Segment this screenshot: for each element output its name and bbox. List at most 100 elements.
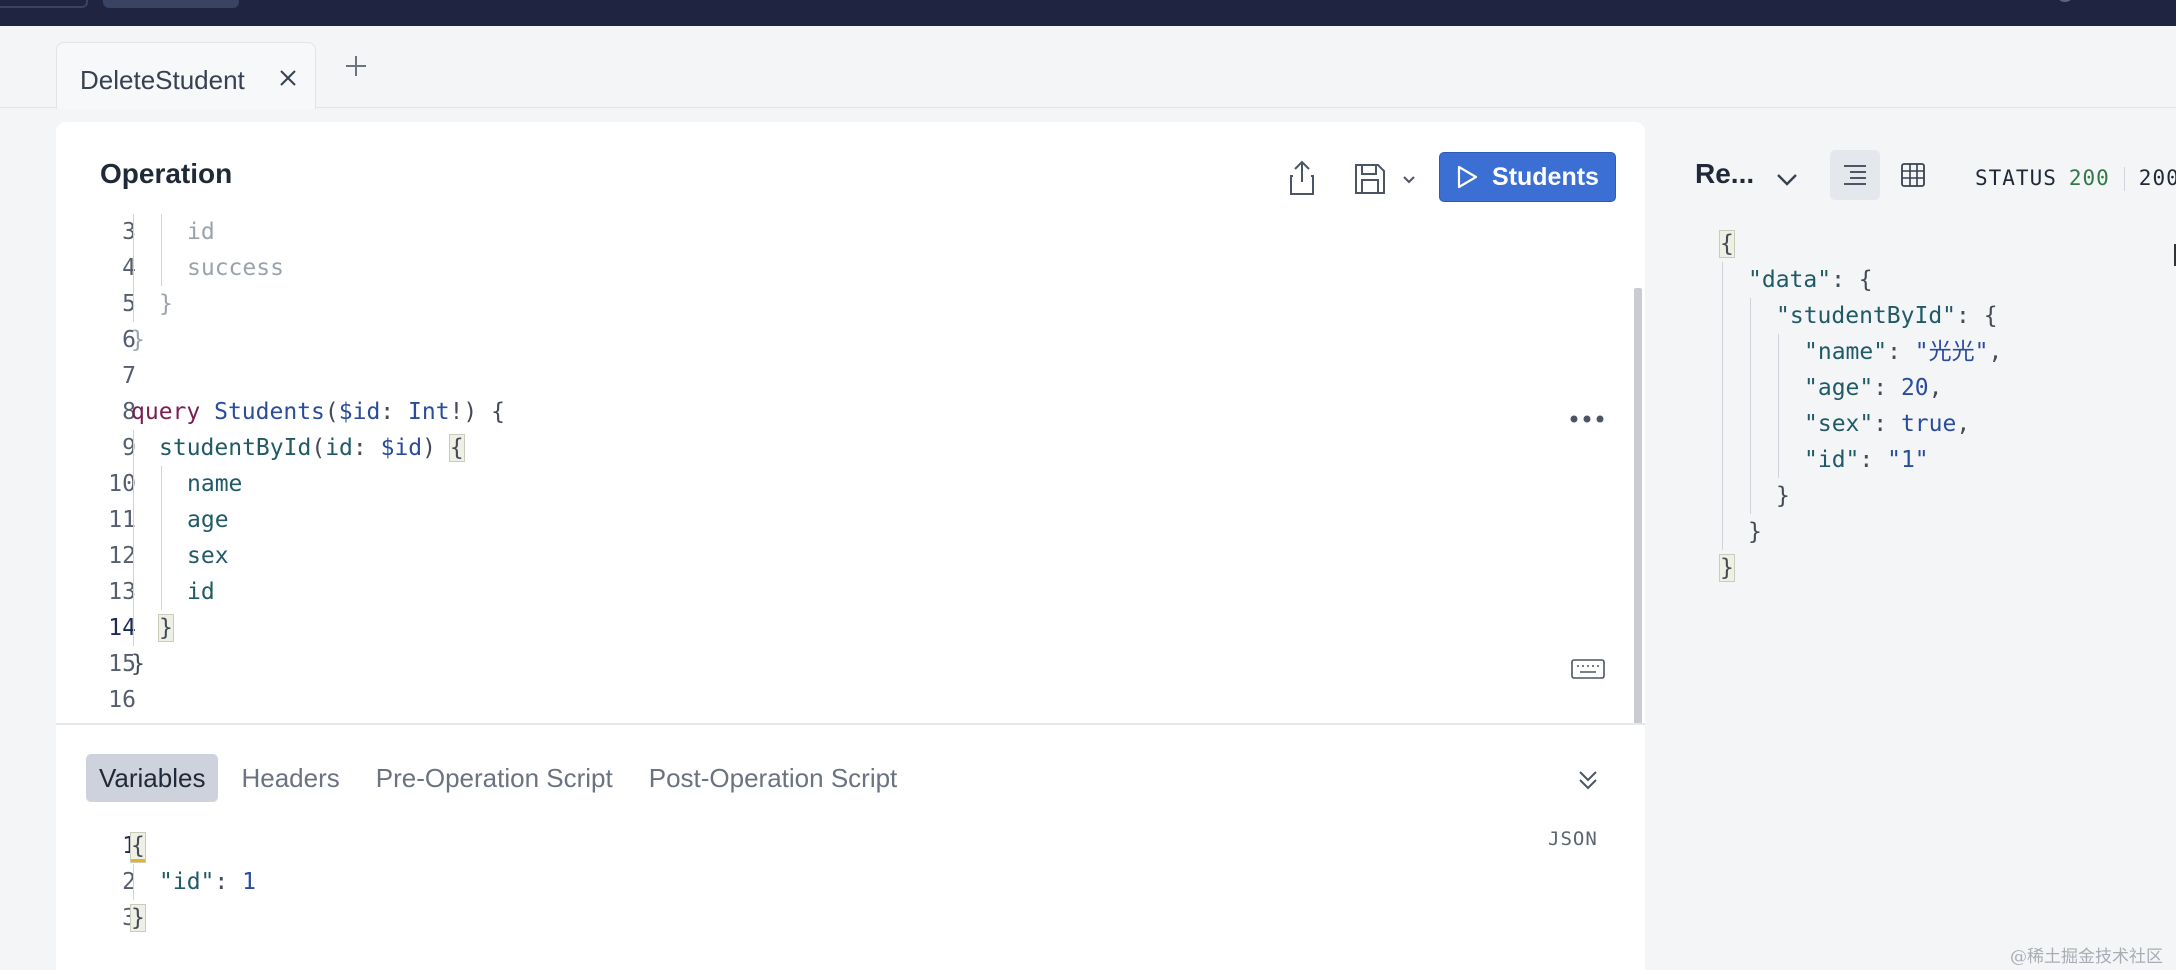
line-number: 4 (122, 255, 136, 281)
code-token: id (325, 435, 353, 461)
code-token: : { (1956, 303, 1998, 329)
share-icon[interactable] (1284, 158, 1320, 198)
indent-guide (161, 574, 162, 610)
code-token: { (448, 434, 465, 462)
tab-pre-operation-script[interactable]: Pre-Operation Script (363, 754, 626, 802)
response-title[interactable]: Re... (1695, 158, 1754, 190)
operation-title: Operation (100, 158, 233, 189)
keyboard-icon[interactable] (1571, 658, 1605, 680)
indent-guide (1778, 370, 1779, 406)
user-avatar[interactable] (2058, 0, 2072, 2)
code-text: id (187, 214, 215, 250)
tab-headers[interactable]: Headers (228, 754, 352, 802)
tab-variables[interactable]: Variables (86, 754, 219, 802)
indent-guide (1750, 370, 1751, 406)
code-token: } (131, 651, 145, 677)
code-line: 12 sex (56, 538, 1556, 574)
code-token: !) { (449, 399, 505, 425)
indent-guide (1722, 262, 1723, 298)
response-body[interactable]: {"data": {"studentById": {"name": "光光", "… (1645, 226, 2176, 726)
indent-guide (133, 574, 134, 610)
code-token: } (159, 291, 173, 317)
code-text: "id": 1 (159, 864, 256, 900)
code-token: ) (422, 435, 450, 461)
code-token: name (187, 471, 243, 497)
chevron-down-icon[interactable] (1771, 164, 1803, 196)
code-token: true (1900, 411, 1957, 437)
code-token: "sex" (1804, 411, 1874, 437)
code-token: "age" (1804, 375, 1874, 401)
code-text: } (131, 322, 145, 358)
more-horizontal-icon[interactable] (1568, 412, 1606, 426)
line-number: 9 (122, 435, 136, 461)
code-text: "name": "光光", (1804, 334, 2002, 370)
table-view-button[interactable] (1888, 150, 1938, 200)
line-number: 3 (122, 219, 136, 245)
editor-scrollbar[interactable] (1634, 288, 1642, 724)
code-token: studentById (159, 435, 312, 461)
code-token: 1 (242, 869, 256, 895)
align-left-icon (1844, 165, 1866, 185)
code-text: } (130, 900, 146, 936)
tab-post-operation-script[interactable]: Post-Operation Script (636, 754, 911, 802)
code-token: ( (324, 399, 339, 425)
top-bar-item-active[interactable] (103, 0, 239, 8)
line-number: 14 (108, 615, 136, 641)
code-line: } (1645, 478, 2176, 514)
code-text: "data": { (1748, 262, 1873, 298)
text-view-button[interactable] (1830, 150, 1880, 200)
watermark: @稀土掘金技术社区 (2010, 947, 2163, 967)
indent-guide (1722, 406, 1723, 442)
indent-guide (133, 214, 134, 250)
code-token: } (130, 904, 146, 932)
indent-guide (1722, 514, 1723, 550)
indent-guide (161, 466, 162, 502)
operation-panel: Operation Students 3 id 4 success 5} 6} 7 8 quer… (56, 122, 1645, 970)
close-icon[interactable] (273, 63, 303, 93)
indent-guide (133, 466, 134, 502)
line-number: 7 (122, 363, 136, 389)
line-number: 8 (122, 399, 136, 425)
code-text: } (1748, 514, 1762, 550)
code-text: name (187, 466, 242, 502)
indent-guide (133, 502, 134, 538)
chevron-down-icon[interactable] (1399, 170, 1419, 190)
indent-guide (133, 430, 134, 466)
run-operation-button[interactable]: Students (1439, 152, 1616, 202)
indent-guide (1722, 370, 1723, 406)
indent-guide (161, 214, 162, 250)
play-icon (1457, 165, 1478, 189)
code-line: 5} (56, 286, 1556, 322)
code-token: id (187, 219, 215, 245)
code-text: } (159, 286, 173, 322)
response-panel: Re... STATUS 200 200 {"data": {"studentByI… (1645, 122, 2176, 970)
chevrons-down-icon[interactable] (1574, 766, 1602, 794)
code-token: $id (380, 435, 423, 461)
indent-guide (133, 538, 134, 574)
save-icon[interactable] (1351, 160, 1389, 198)
code-line: "age": 20, (1645, 370, 2176, 406)
variables-editor[interactable]: 1{2 "id": 1 3} (56, 828, 1456, 958)
run-button-label: Students (1492, 162, 1599, 191)
code-token: : (214, 869, 243, 895)
code-line: "data": { (1645, 262, 2176, 298)
panel-splitter[interactable] (56, 723, 1645, 725)
code-token: { (1719, 230, 1735, 258)
code-line: "id": "1" (1645, 442, 2176, 478)
indent-guide (1750, 442, 1751, 478)
operation-tab-strip: DeleteStudent (0, 26, 2176, 109)
code-line: } (1645, 550, 2176, 586)
code-text: sex (187, 538, 229, 574)
indent-guide (133, 864, 134, 900)
code-token: 20 (1900, 375, 1929, 401)
tab-delete-student[interactable]: DeleteStudent (56, 42, 316, 109)
top-bar-item[interactable] (0, 0, 88, 8)
code-line: "name": "光光", (1645, 334, 2176, 370)
operation-editor[interactable]: 3 id 4 success 5} 6} 7 8 query Students($id: Int… (56, 214, 1645, 724)
code-text: { (1719, 226, 1735, 262)
code-token: id (187, 579, 215, 605)
code-token: : (1873, 375, 1901, 401)
code-token: sex (187, 543, 229, 569)
code-text: success (187, 250, 284, 286)
plus-icon[interactable] (338, 48, 374, 84)
